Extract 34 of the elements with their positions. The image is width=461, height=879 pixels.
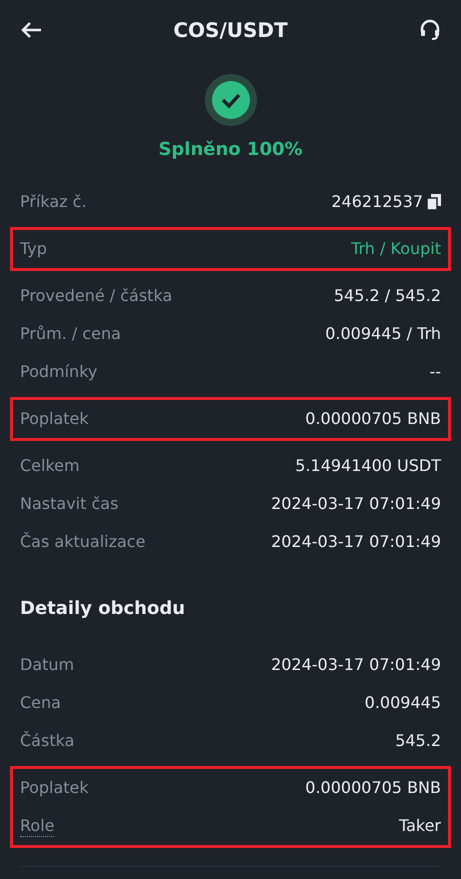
field-value: 2024-03-17 07:01:49 [271,654,441,676]
headset-icon[interactable] [419,19,441,41]
status-text: Splněno 100% [158,138,303,162]
field-label: Cena [20,692,61,714]
field-value: 5.14941400 USDT [295,455,441,477]
field-value: -- [429,361,441,383]
field-label: Role [20,816,54,836]
copy-icon[interactable] [427,194,441,210]
field-value: 545.2 [395,730,441,752]
page-title: COS/USDT [173,17,288,44]
field-value: 545.2 / 545.2 [334,285,441,307]
field-label: Poplatek [20,777,89,799]
field-label: Příkaz č. [20,191,87,213]
field-value: 246212537 [331,191,423,213]
section-heading: Detaily obchodu [20,596,186,620]
field-label: Prům. / cena [20,323,121,345]
field-value: 0.009445 / Trh [325,323,441,345]
field-value: Trh / Koupit [351,238,441,260]
field-label: Čas aktualizace [20,531,146,553]
field-label: Datum [20,654,74,676]
field-label: Provedené / částka [20,285,172,307]
field-value: 0.00000705 BNB [305,408,441,430]
field-label: Poplatek [20,408,89,430]
field-label: Celkem [20,455,80,477]
field-value: 2024-03-17 07:01:49 [271,493,441,515]
field-label: Nastavit čas [20,493,118,515]
field-label: Typ [20,238,47,260]
field-value: 2024-03-17 07:01:49 [271,531,441,553]
field-value: 0.009445 [364,692,441,714]
field-value: 0.00000705 BNB [305,777,441,799]
field-label: Částka [20,730,74,752]
back-icon[interactable] [20,21,42,39]
field-label: Podmínky [20,361,98,383]
field-value: Taker [398,815,441,837]
